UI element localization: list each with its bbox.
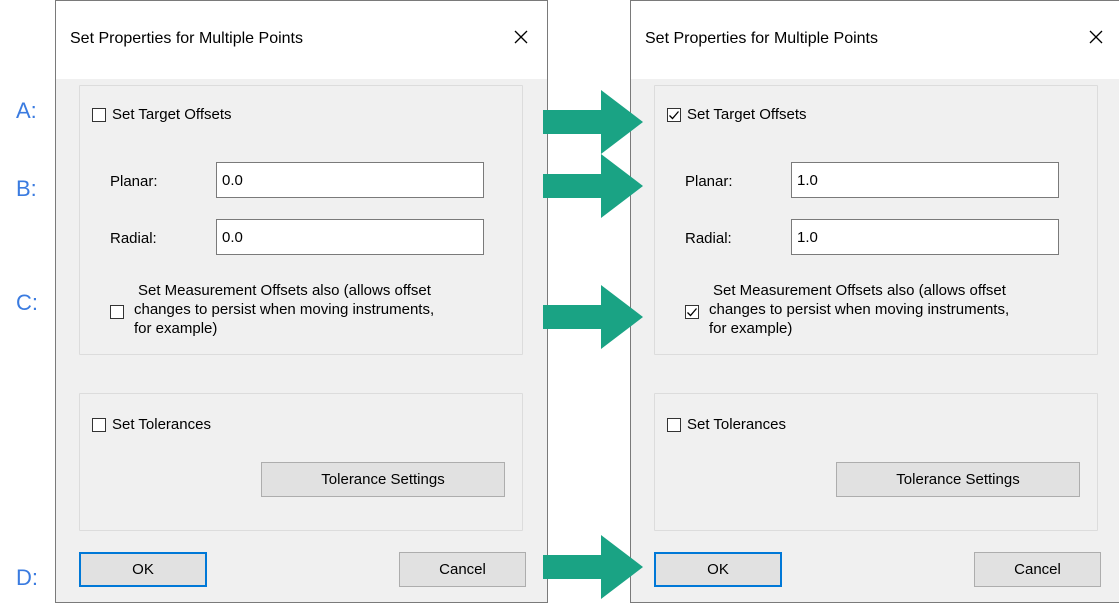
tolerance-settings-button[interactable]: Tolerance Settings <box>836 462 1080 497</box>
dialog-after: Set Properties for Multiple Points Set T… <box>630 0 1119 603</box>
measurement-offsets-checkbox[interactable]: Set Measurement Offsets also (allows off… <box>685 281 1085 341</box>
checkbox-box[interactable] <box>667 417 681 432</box>
step-label-c: C: <box>16 290 38 315</box>
measurement-offsets-line-2: changes to persist when moving instrumen… <box>134 301 435 318</box>
dialog-title: Set Properties for Multiple Points <box>645 30 878 47</box>
planar-input[interactable] <box>216 162 484 198</box>
target-offsets-label: Set Target Offsets <box>112 106 232 123</box>
close-button[interactable] <box>509 25 533 49</box>
dialog-title: Set Properties for Multiple Points <box>70 30 303 47</box>
checkbox-box[interactable] <box>685 305 699 319</box>
measurement-offsets-label: Set Measurement Offsets also (allows off… <box>134 281 464 338</box>
tolerances-checkbox[interactable]: Set Tolerances <box>667 416 786 433</box>
tolerances-group: Set Tolerances Tolerance Settings <box>654 393 1098 531</box>
radial-label: Radial: <box>110 230 157 247</box>
checkmark-icon <box>669 110 679 119</box>
target-offsets-label: Set Target Offsets <box>687 106 807 123</box>
step-label-a: A: <box>16 98 37 123</box>
radial-input[interactable] <box>216 219 484 255</box>
step-label-b: B: <box>16 176 37 201</box>
tolerances-group: Set Tolerances Tolerance Settings <box>79 393 523 531</box>
close-button[interactable] <box>1084 25 1108 49</box>
planar-label: Planar: <box>685 173 733 190</box>
measurement-offsets-line-1: Set Measurement Offsets also (allows off… <box>138 282 431 299</box>
checkbox-box[interactable] <box>92 107 106 122</box>
radial-label: Radial: <box>685 230 732 247</box>
measurement-offsets-line-2: changes to persist when moving instrumen… <box>709 301 1010 318</box>
arrow-right-icon <box>543 90 643 154</box>
close-icon <box>514 30 528 44</box>
measurement-offsets-line-3: for example) <box>134 320 218 337</box>
dialog-before: Set Properties for Multiple Points Set T… <box>55 0 548 603</box>
tolerance-settings-button[interactable]: Tolerance Settings <box>261 462 505 497</box>
step-label-d: D: <box>16 565 38 590</box>
title-bar: Set Properties for Multiple Points <box>631 1 1119 79</box>
checkbox-box[interactable] <box>110 305 124 319</box>
title-bar: Set Properties for Multiple Points <box>56 1 547 79</box>
arrow-right-icon <box>543 535 643 599</box>
arrow-right-icon <box>543 154 643 218</box>
cancel-button[interactable]: Cancel <box>974 552 1101 587</box>
target-offsets-checkbox[interactable]: Set Target Offsets <box>92 106 232 123</box>
checkmark-icon <box>687 308 697 317</box>
tolerances-label: Set Tolerances <box>112 416 211 433</box>
measurement-offsets-checkbox[interactable]: Set Measurement Offsets also (allows off… <box>110 281 510 341</box>
radial-input[interactable] <box>791 219 1059 255</box>
ok-button[interactable]: OK <box>79 552 207 587</box>
planar-label: Planar: <box>110 173 158 190</box>
tolerances-checkbox[interactable]: Set Tolerances <box>92 416 211 433</box>
target-offsets-checkbox[interactable]: Set Target Offsets <box>667 106 807 123</box>
tolerances-label: Set Tolerances <box>687 416 786 433</box>
cancel-button[interactable]: Cancel <box>399 552 526 587</box>
measurement-offsets-line-3: for example) <box>709 320 793 337</box>
checkbox-box[interactable] <box>92 417 106 432</box>
measurement-offsets-label: Set Measurement Offsets also (allows off… <box>709 281 1039 338</box>
offsets-group: Set Target Offsets Planar: Radial: Set M… <box>79 85 523 355</box>
checkbox-box[interactable] <box>667 107 681 122</box>
arrow-right-icon <box>543 285 643 349</box>
planar-input[interactable] <box>791 162 1059 198</box>
offsets-group: Set Target Offsets Planar: Radial: Set M… <box>654 85 1098 355</box>
close-icon <box>1089 30 1103 44</box>
measurement-offsets-line-1: Set Measurement Offsets also (allows off… <box>713 282 1006 299</box>
ok-button[interactable]: OK <box>654 552 782 587</box>
